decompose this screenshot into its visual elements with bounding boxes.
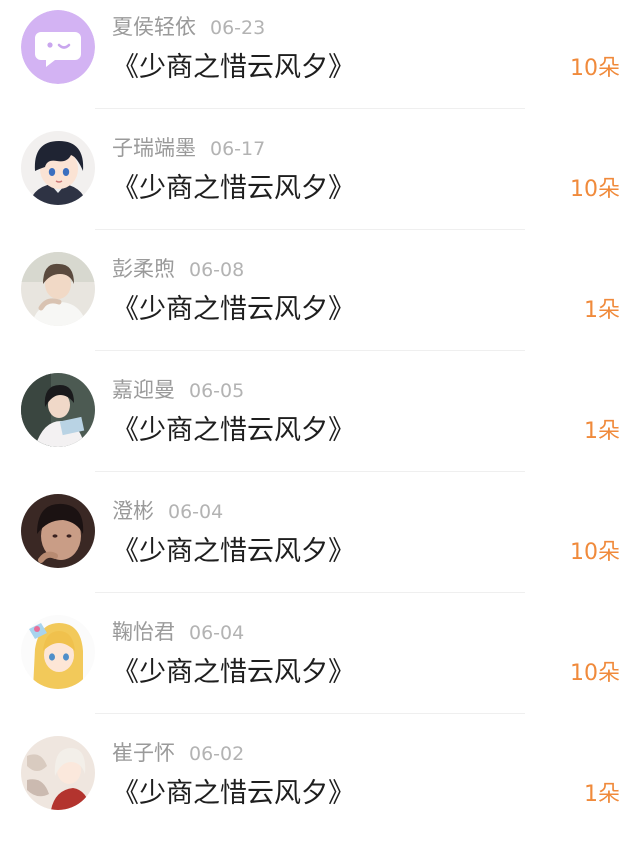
username[interactable]: 崔子怀 bbox=[112, 741, 175, 765]
book-title[interactable]: 《少商之惜云风夕》 bbox=[112, 653, 355, 693]
username[interactable]: 彭柔煦 bbox=[112, 257, 175, 281]
entry-date: 06-04 bbox=[189, 622, 245, 644]
divider bbox=[95, 713, 525, 714]
list-item[interactable]: 夏侯轻依 06-23 《少商之惜云风夕》 10朵 bbox=[0, 0, 640, 121]
list-item[interactable]: 子瑞端墨 06-17 《少商之惜云风夕》 10朵 bbox=[0, 121, 640, 242]
photo-avatar[interactable] bbox=[21, 373, 95, 447]
list-item[interactable]: 彭柔煦 06-08 《少商之惜云风夕》 1朵 bbox=[0, 242, 640, 363]
list-item[interactable]: 崔子怀 06-02 《少商之惜云风夕》 1朵 bbox=[0, 726, 640, 847]
flower-count: 10朵 bbox=[570, 540, 620, 565]
photo-avatar[interactable] bbox=[21, 494, 95, 568]
entry-date: 06-02 bbox=[189, 743, 245, 765]
entry-meta: 澄彬 06-04 bbox=[112, 497, 223, 525]
entry-meta: 鞠怡君 06-04 bbox=[112, 618, 244, 646]
username[interactable]: 嘉迎曼 bbox=[112, 378, 175, 402]
entry-meta: 子瑞端墨 06-17 bbox=[112, 134, 265, 162]
entry-meta: 嘉迎曼 06-05 bbox=[112, 376, 244, 404]
entry-meta: 崔子怀 06-02 bbox=[112, 739, 244, 767]
flower-count: 1朵 bbox=[584, 782, 620, 807]
flower-count: 10朵 bbox=[570, 177, 620, 202]
book-title[interactable]: 《少商之惜云风夕》 bbox=[112, 48, 355, 88]
anime-girl-avatar[interactable] bbox=[21, 736, 95, 810]
entry-meta: 彭柔煦 06-08 bbox=[112, 255, 244, 283]
anime-boy-avatar[interactable] bbox=[21, 131, 95, 205]
divider bbox=[95, 229, 525, 230]
book-title[interactable]: 《少商之惜云风夕》 bbox=[112, 169, 355, 209]
anime-girl-avatar[interactable] bbox=[21, 615, 95, 689]
entry-date: 06-17 bbox=[210, 138, 266, 160]
book-title[interactable]: 《少商之惜云风夕》 bbox=[112, 774, 355, 814]
flower-count: 1朵 bbox=[584, 419, 620, 444]
divider bbox=[95, 592, 525, 593]
divider bbox=[95, 471, 525, 472]
entry-date: 06-05 bbox=[189, 380, 245, 402]
list-item[interactable]: 鞠怡君 06-04 《少商之惜云风夕》 10朵 bbox=[0, 605, 640, 726]
chat-bubble-avatar-icon[interactable] bbox=[21, 10, 95, 84]
flower-count: 1朵 bbox=[584, 298, 620, 323]
username[interactable]: 鞠怡君 bbox=[112, 620, 175, 644]
username[interactable]: 澄彬 bbox=[112, 499, 154, 523]
list-item[interactable]: 澄彬 06-04 《少商之惜云风夕》 10朵 bbox=[0, 484, 640, 605]
gift-record-list: 夏侯轻依 06-23 《少商之惜云风夕》 10朵 子瑞端墨 06-17 《少商之惜云… bbox=[0, 0, 640, 817]
entry-meta: 夏侯轻依 06-23 bbox=[112, 13, 265, 41]
flower-count: 10朵 bbox=[570, 661, 620, 686]
book-title[interactable]: 《少商之惜云风夕》 bbox=[112, 532, 355, 572]
photo-avatar[interactable] bbox=[21, 252, 95, 326]
book-title[interactable]: 《少商之惜云风夕》 bbox=[112, 290, 355, 330]
entry-date: 06-08 bbox=[189, 259, 245, 281]
entry-date: 06-23 bbox=[210, 17, 266, 39]
entry-date: 06-04 bbox=[168, 501, 224, 523]
book-title[interactable]: 《少商之惜云风夕》 bbox=[112, 411, 355, 451]
list-item[interactable]: 嘉迎曼 06-05 《少商之惜云风夕》 1朵 bbox=[0, 363, 640, 484]
flower-count: 10朵 bbox=[570, 56, 620, 81]
divider bbox=[95, 108, 525, 109]
divider bbox=[95, 350, 525, 351]
username[interactable]: 夏侯轻依 bbox=[112, 15, 196, 39]
username[interactable]: 子瑞端墨 bbox=[112, 136, 196, 160]
